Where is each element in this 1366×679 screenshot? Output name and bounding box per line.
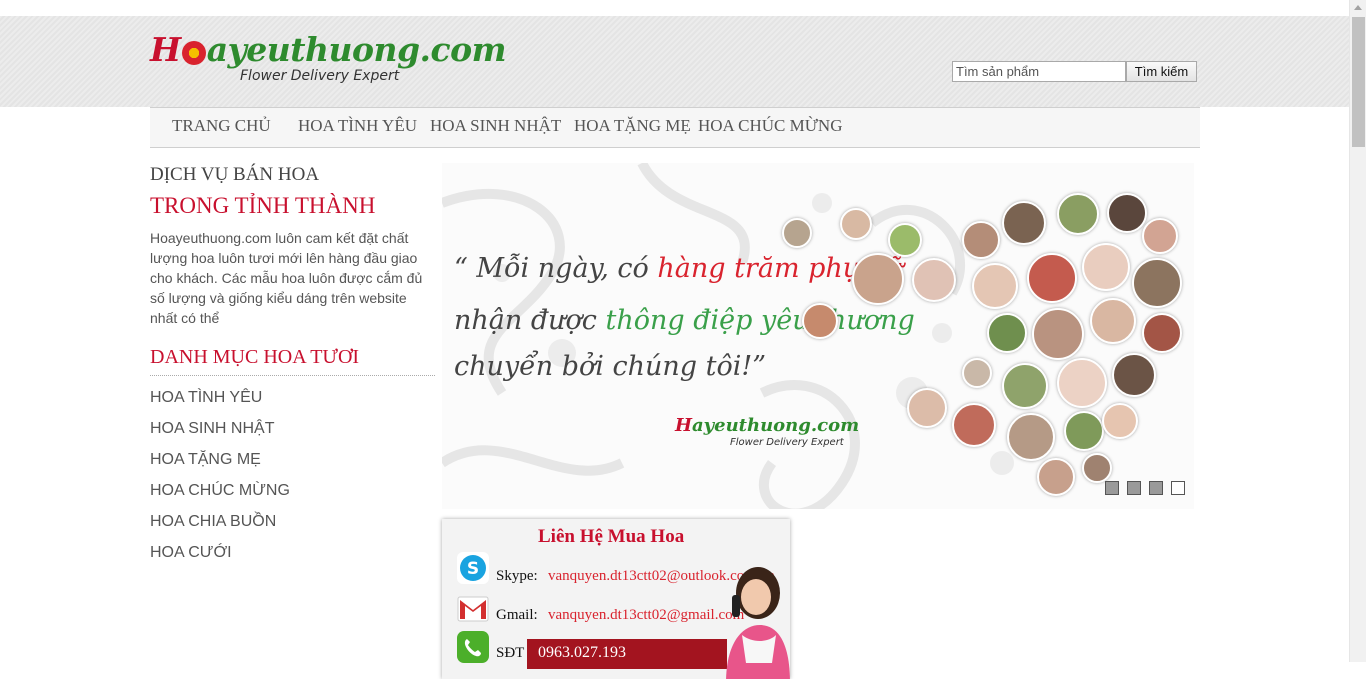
quote-line-3: chuyển bởi chúng tôi!”	[454, 351, 767, 382]
collage-photo	[987, 313, 1027, 353]
collage-photo	[962, 358, 992, 388]
search-input[interactable]	[952, 61, 1126, 82]
skype-label: Skype:	[496, 568, 538, 584]
collage-photo	[802, 303, 838, 339]
hero-banner[interactable]: “ Mỗi ngày, có hàng trăm phụ nữ nhận đượ…	[442, 163, 1194, 509]
banner-logo-tagline: Flower Delivery Expert	[730, 437, 844, 448]
vertical-scrollbar[interactable]	[1349, 0, 1366, 662]
collage-photo	[907, 388, 947, 428]
contact-title: Liên Hệ Mua Hoa	[538, 526, 685, 547]
phone-label: SĐT	[496, 645, 525, 661]
divider	[150, 375, 435, 376]
collage-photo	[1007, 413, 1055, 461]
svg-text:S: S	[467, 559, 479, 579]
category-item-love[interactable]: HOA TÌNH YÊU	[150, 389, 290, 420]
gmail-label: Gmail:	[496, 607, 538, 623]
logo-tagline: Flower Delivery Expert	[240, 68, 400, 84]
service-subtitle: TRONG TỈNH THÀNH	[150, 193, 376, 218]
phone-icon	[457, 631, 489, 663]
category-title: DANH MỤC HOA TƯƠI	[150, 346, 360, 368]
collage-photo	[840, 208, 872, 240]
collage-photo	[1057, 193, 1099, 235]
scroll-up-icon[interactable]	[1354, 5, 1362, 10]
search-button[interactable]: Tìm kiếm	[1126, 61, 1197, 82]
nav-item-home[interactable]: TRANG CHỦ	[172, 116, 271, 136]
collage-photo	[1064, 411, 1104, 451]
collage-photo	[1037, 458, 1075, 496]
category-item-wedding[interactable]: HOA CƯỚI	[150, 544, 290, 575]
nav-item-congrats-flowers[interactable]: HOA CHÚC MỪNG	[698, 116, 842, 136]
skype-icon: S	[457, 552, 489, 584]
nav-item-mother-flowers[interactable]: HOA TẶNG MẸ	[574, 116, 691, 136]
collage-photo	[1102, 403, 1138, 439]
scrollbar-thumb[interactable]	[1352, 17, 1365, 147]
collage-photo	[1002, 363, 1048, 409]
nav-item-love-flowers[interactable]: HOA TÌNH YÊU	[298, 116, 417, 136]
slide-dot-2[interactable]	[1127, 481, 1141, 495]
category-item-condolence[interactable]: HOA CHIA BUỒN	[150, 513, 290, 544]
main-nav: TRANG CHỦ HOA TÌNH YÊU HOA SINH NHẬT HOA…	[150, 107, 1200, 148]
slide-dot-3[interactable]	[1149, 481, 1163, 495]
collage-photo	[1002, 201, 1046, 245]
collage-photo	[1132, 258, 1182, 308]
category-item-birthday[interactable]: HOA SINH NHẬT	[150, 420, 290, 451]
logo-text: Hayeuthuong.com	[150, 30, 507, 69]
collage-photo	[1082, 453, 1112, 483]
quote-line-1: “ Mỗi ngày, có hàng trăm phụ nữ	[454, 253, 904, 284]
collage-photo	[1082, 243, 1130, 291]
contact-box: Liên Hệ Mua Hoa S Skype: vanquyen.dt13ct…	[442, 519, 790, 679]
collage-photo	[888, 223, 922, 257]
category-item-mother[interactable]: HOA TẶNG MẸ	[150, 451, 290, 482]
collage-photo	[782, 218, 812, 248]
collage-photo	[1112, 353, 1156, 397]
category-list: HOA TÌNH YÊU HOA SINH NHẬT HOA TẶNG MẸ H…	[150, 389, 290, 575]
slide-dot-1[interactable]	[1105, 481, 1119, 495]
banner-logo: Hayeuthuong.com	[675, 415, 860, 436]
phone-value[interactable]: 0963.027.193	[538, 644, 626, 662]
collage-photo	[952, 403, 996, 447]
collage-photo	[962, 221, 1000, 259]
slide-dot-4[interactable]	[1171, 481, 1185, 495]
gmail-icon	[457, 596, 489, 622]
collage-photo	[1057, 358, 1107, 408]
collage-photo	[1032, 308, 1084, 360]
service-title: DỊCH VỤ BÁN HOA	[150, 164, 320, 185]
support-girl-image	[726, 567, 790, 679]
collage-photo	[972, 263, 1018, 309]
quote-line-2: nhận được thông điệp yêu thương	[454, 305, 915, 336]
category-item-congrats[interactable]: HOA CHÚC MỪNG	[150, 482, 290, 513]
collage-photo	[1142, 313, 1182, 353]
collage-photo	[1027, 253, 1077, 303]
collage-photo	[912, 258, 956, 302]
collage-photo	[1142, 218, 1178, 254]
site-logo[interactable]: Hayeuthuong.com Flower Delivery Expert	[150, 30, 507, 92]
collage-photo	[1090, 298, 1136, 344]
flower-icon	[181, 41, 206, 65]
collage-photo	[1107, 193, 1147, 233]
nav-item-birthday-flowers[interactable]: HOA SINH NHẬT	[430, 116, 561, 136]
service-description: Hoayeuthuong.com luôn cam kết đặt chất l…	[150, 230, 423, 326]
collage-photo	[852, 253, 904, 305]
